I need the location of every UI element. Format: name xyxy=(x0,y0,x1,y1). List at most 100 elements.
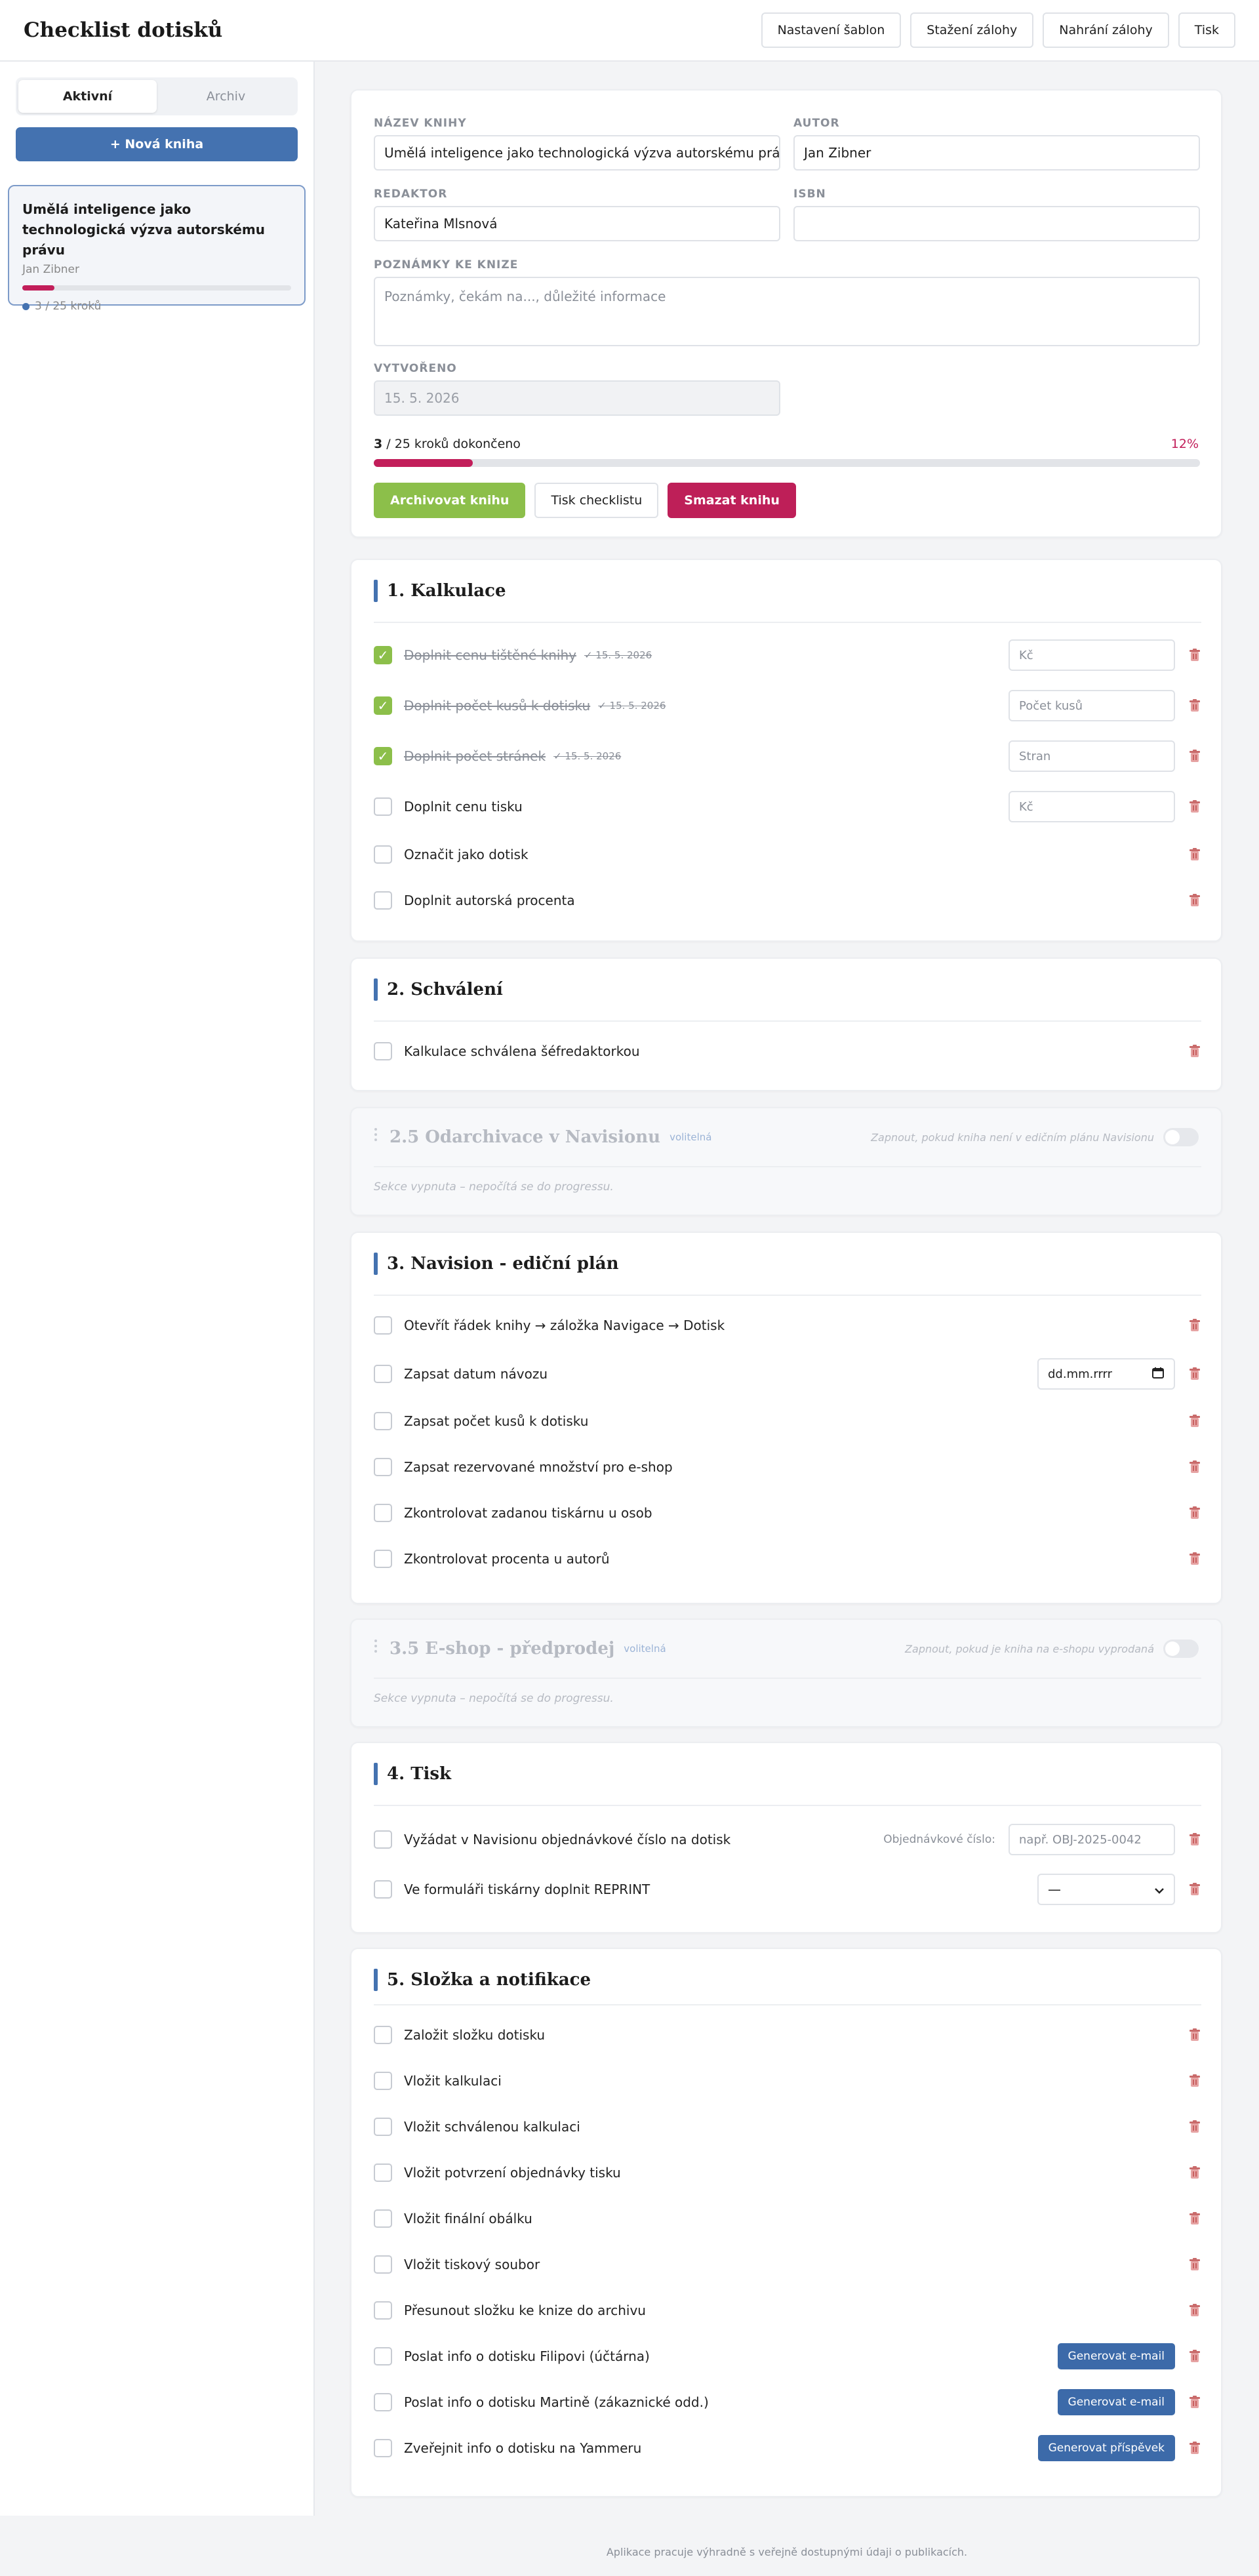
price-input[interactable]: Kč xyxy=(1009,639,1175,671)
pages-input[interactable]: Stran xyxy=(1009,740,1175,772)
checkbox-checked[interactable]: ✓ xyxy=(374,696,392,715)
book-details-card: Název knihy Umělá inteligence jako techn… xyxy=(350,89,1222,538)
checkbox[interactable] xyxy=(374,2026,392,2044)
section-toggle[interactable] xyxy=(1163,1640,1199,1658)
author-label: Autor xyxy=(793,117,840,130)
template-settings-button[interactable]: Nastavení šablon xyxy=(761,12,902,48)
checkbox-checked[interactable]: ✓ xyxy=(374,646,392,664)
checklist-item: Poslat info o dotisku Filipovi (účtárna)… xyxy=(374,2340,1201,2373)
drag-handle-icon[interactable] xyxy=(374,1638,380,1659)
trash-icon[interactable] xyxy=(1188,2120,1201,2134)
checkbox[interactable] xyxy=(374,1880,392,1899)
checkbox[interactable] xyxy=(374,2301,392,2320)
section-toggle[interactable] xyxy=(1163,1128,1199,1146)
checkbox[interactable] xyxy=(374,1412,392,1430)
trash-icon[interactable] xyxy=(1188,1044,1201,1058)
email-customer-service-button[interactable]: Generovat e-mail xyxy=(1057,2389,1175,2415)
trash-icon[interactable] xyxy=(1188,1882,1201,1897)
tab-active[interactable]: Aktivní xyxy=(18,80,157,113)
print-checklist-button[interactable]: Tisk checklistu xyxy=(534,483,659,518)
trash-icon[interactable] xyxy=(1188,2165,1201,2180)
book-list-title: Umělá inteligence jako technologická výz… xyxy=(22,201,265,258)
trash-icon[interactable] xyxy=(1188,1367,1201,1381)
checkbox[interactable] xyxy=(374,1550,392,1568)
email-accounting-button[interactable]: Generovat e-mail xyxy=(1057,2343,1175,2369)
trash-icon[interactable] xyxy=(1188,2257,1201,2272)
checkbox[interactable] xyxy=(374,2393,392,2411)
section-odarchivace: 2.5 Odarchivace v Navisionu volitelná Za… xyxy=(350,1107,1222,1216)
checkbox[interactable] xyxy=(374,845,392,864)
checkbox[interactable] xyxy=(374,1365,392,1383)
optional-badge: volitelná xyxy=(624,1642,666,1655)
checkbox[interactable] xyxy=(374,1830,392,1849)
checkbox[interactable] xyxy=(374,1042,392,1060)
checkbox[interactable] xyxy=(374,797,392,816)
checkbox[interactable] xyxy=(374,891,392,910)
trash-icon[interactable] xyxy=(1188,1414,1201,1428)
delete-book-button[interactable]: Smazat knihu xyxy=(668,483,796,518)
checklist-item: Označit jako dotisk xyxy=(374,838,1201,871)
checkbox[interactable] xyxy=(374,2072,392,2090)
checkbox[interactable] xyxy=(374,1458,392,1476)
trash-icon[interactable] xyxy=(1188,1506,1201,1520)
checkbox[interactable] xyxy=(374,2163,392,2182)
reprint-select[interactable]: — xyxy=(1037,1874,1175,1905)
trash-icon[interactable] xyxy=(1188,799,1201,814)
post-yammer-button[interactable]: Generovat příspěvek xyxy=(1037,2435,1175,2461)
trash-icon[interactable] xyxy=(1188,2211,1201,2226)
section-schvaleni: 2. Schválení Kalkulace schválena šéfreda… xyxy=(350,957,1222,1091)
new-book-button[interactable]: + Nová kniha xyxy=(16,127,298,161)
checkbox[interactable] xyxy=(374,2118,392,2136)
author-input[interactable]: Jan Zibner xyxy=(793,135,1200,171)
checklist-item: ✓ Doplnit cenu tištěné knihy ✓ 15. 5. 20… xyxy=(374,639,1201,672)
section-tisk: 4. Tisk Vyžádat v Navisionu objednávkové… xyxy=(350,1742,1222,1933)
trash-icon[interactable] xyxy=(1188,698,1201,713)
checkbox-checked[interactable]: ✓ xyxy=(374,747,392,765)
trash-icon[interactable] xyxy=(1188,893,1201,908)
book-list-count: 3 / 25 kroků xyxy=(22,300,291,313)
print-button[interactable]: Tisk xyxy=(1178,12,1235,48)
notes-textarea[interactable]: Poznámky, čekám na..., důležité informac… xyxy=(374,277,1200,346)
drag-handle-icon[interactable] xyxy=(374,1127,380,1147)
section-title: 3.5 E-shop - předprodej volitelná xyxy=(374,1638,666,1659)
checkbox[interactable] xyxy=(374,2209,392,2228)
trash-icon[interactable] xyxy=(1188,2028,1201,2042)
checkbox[interactable] xyxy=(374,1316,392,1335)
checklist-item: Zapsat datum návozu dd.mm.rrrr xyxy=(374,1358,1201,1390)
checkbox[interactable] xyxy=(374,1504,392,1522)
trash-icon[interactable] xyxy=(1188,749,1201,763)
trash-icon[interactable] xyxy=(1188,1318,1201,1333)
order-number-input[interactable]: např. OBJ-2025-0042 xyxy=(1009,1824,1175,1855)
trash-icon[interactable] xyxy=(1188,2303,1201,2318)
calendar-icon[interactable] xyxy=(1151,1366,1165,1382)
trash-icon[interactable] xyxy=(1188,1552,1201,1566)
checkbox[interactable] xyxy=(374,2439,392,2457)
book-list-author: Jan Zibner xyxy=(22,263,79,276)
book-title-input[interactable]: Umělá inteligence jako technologická výz… xyxy=(374,135,780,171)
trash-icon[interactable] xyxy=(1188,2349,1201,2364)
sidebar-tabs: Aktivní Archiv xyxy=(16,77,298,115)
isbn-input[interactable] xyxy=(793,206,1200,241)
print-price-input[interactable]: Kč xyxy=(1009,791,1175,822)
tab-archive[interactable]: Archiv xyxy=(157,80,295,113)
trash-icon[interactable] xyxy=(1188,648,1201,662)
book-actions: Archivovat knihu Tisk checklistu Smazat … xyxy=(374,483,796,518)
checkbox[interactable] xyxy=(374,2255,392,2274)
archive-book-button[interactable]: Archivovat knihu xyxy=(374,483,526,518)
checkbox[interactable] xyxy=(374,2347,392,2365)
trash-icon[interactable] xyxy=(1188,1832,1201,1847)
created-date-field: 15. 5. 2026 xyxy=(374,380,780,416)
app-title: Checklist dotisků xyxy=(24,18,223,42)
trash-icon[interactable] xyxy=(1188,2441,1201,2455)
created-label: Vytvořeno xyxy=(374,362,457,375)
upload-backup-button[interactable]: Nahrání zálohy xyxy=(1043,12,1169,48)
trash-icon[interactable] xyxy=(1188,847,1201,862)
delivery-date-input[interactable]: dd.mm.rrrr xyxy=(1037,1358,1175,1390)
book-list-item[interactable]: Umělá inteligence jako technologická výz… xyxy=(8,185,306,313)
editor-input[interactable]: Kateřina Mlsnová xyxy=(374,206,780,241)
trash-icon[interactable] xyxy=(1188,2395,1201,2409)
quantity-input[interactable]: Počet kusů xyxy=(1009,690,1175,721)
trash-icon[interactable] xyxy=(1188,1460,1201,1474)
download-backup-button[interactable]: Stažení zálohy xyxy=(910,12,1034,48)
trash-icon[interactable] xyxy=(1188,2074,1201,2088)
